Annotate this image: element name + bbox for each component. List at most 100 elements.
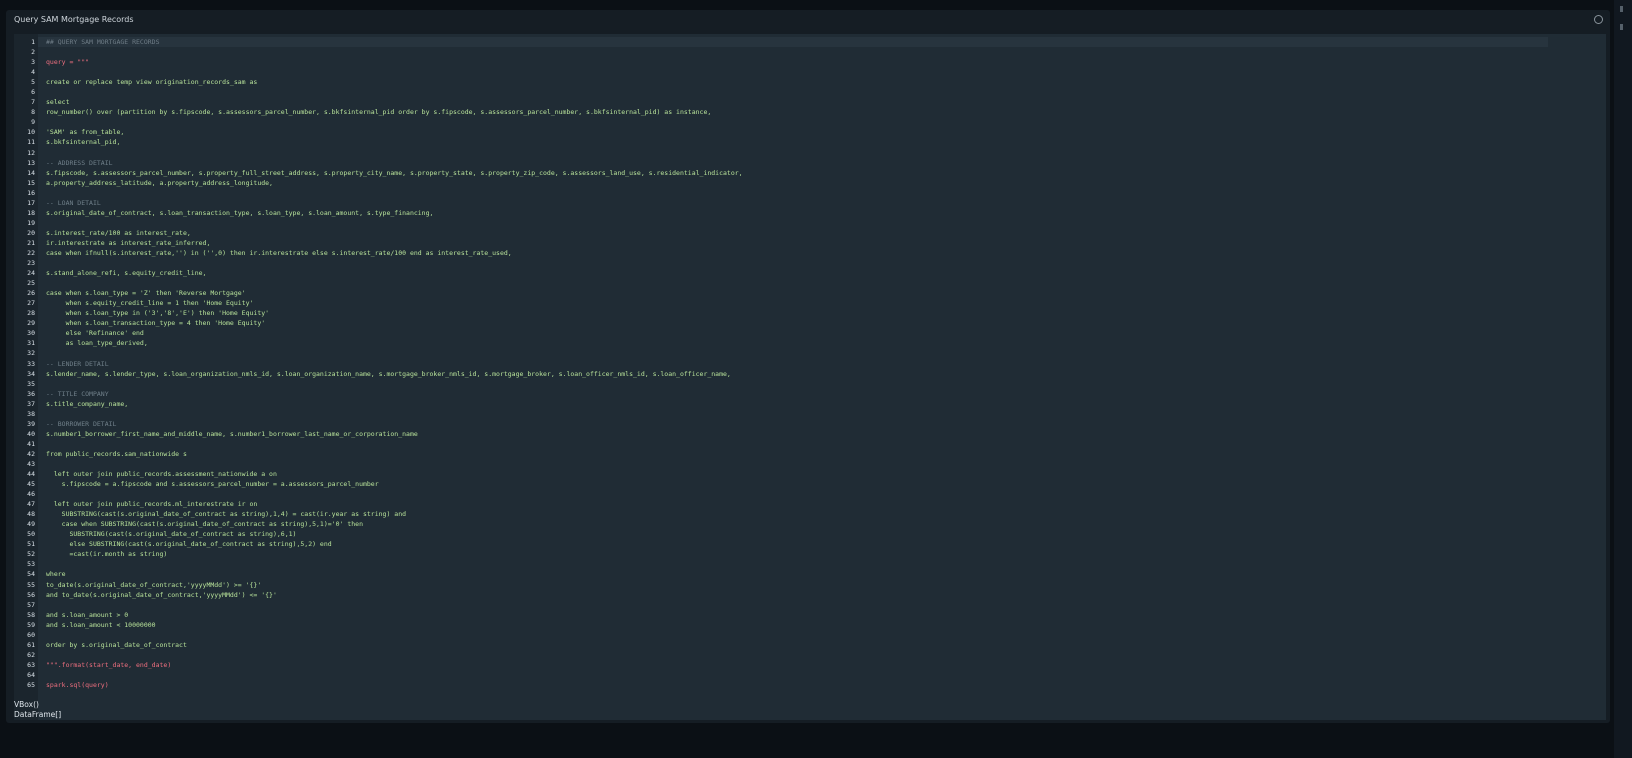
code-line[interactable]: 40 s.number1_borrower_first_name_and_midd…	[14, 429, 1606, 439]
code-line[interactable]: 57	[14, 600, 1606, 610]
line-number: 29	[27, 319, 35, 328]
notebook-cell: Query SAM Mortgage Records 1 ## QUERY SAM…	[6, 10, 1610, 723]
code-line[interactable]: 3 query = """	[14, 57, 1606, 67]
edge-mark	[1620, 6, 1623, 12]
code-line[interactable]: 15 a.property_address_latitude, a.propert…	[14, 178, 1606, 188]
line-number: 8	[31, 108, 35, 117]
code-line[interactable]: 47 left outer join public_records.ml_int…	[14, 499, 1606, 509]
code-text: SUBSTRING(cast(s.original_date_of_contra…	[46, 510, 407, 519]
code-line[interactable]: 4	[14, 67, 1606, 77]
code-line[interactable]: 6	[14, 87, 1606, 97]
code-text: and to_date(s.original_date_of_contract,…	[46, 590, 277, 599]
code-line[interactable]: 16	[14, 188, 1606, 198]
code-line[interactable]: 22 case when ifnull(s.interest_rate,'') i…	[14, 248, 1606, 258]
code-line[interactable]: 26 case when s.loan_type = 'Z' then 'Reve…	[14, 288, 1606, 298]
code-text: when s.equity_credit_line = 1 then 'Home…	[46, 299, 254, 308]
code-line[interactable]: 35	[14, 379, 1606, 389]
code-line[interactable]: 11 s.bkfsinternal_pid,	[14, 137, 1606, 147]
code-line[interactable]: 38	[14, 409, 1606, 419]
code-line[interactable]: 12	[14, 148, 1606, 158]
code-line[interactable]: 19	[14, 218, 1606, 228]
cell-output: VBox() DataFrame[]	[14, 700, 61, 720]
code-line[interactable]: 21 ir.interestrate as interest_rate_infer…	[14, 238, 1606, 248]
code-line[interactable]: 36 -- TITLE COMPANY	[14, 389, 1606, 399]
line-number: 61	[27, 640, 35, 649]
code-line[interactable]: 10 'SAM' as from_table,	[14, 127, 1606, 137]
code-line[interactable]: 24 s.stand_alone_refi, s.equity_credit_li…	[14, 268, 1606, 278]
line-number: 36	[27, 389, 35, 398]
code-line[interactable]: 62	[14, 650, 1606, 660]
code-line[interactable]: 7 select	[14, 97, 1606, 107]
code-line[interactable]: 28 when s.loan_type in ('3','8','E') the…	[14, 308, 1606, 318]
code-line[interactable]: 33 -- LENDER DETAIL	[14, 359, 1606, 369]
line-number: 20	[27, 228, 35, 237]
code-line[interactable]: 44 left outer join public_records.assess…	[14, 469, 1606, 479]
line-number: 22	[27, 248, 35, 257]
code-line[interactable]: 48 SUBSTRING(cast(s.original_date_of_con…	[14, 509, 1606, 519]
code-line[interactable]: 34 s.lender_name, s.lender_type, s.loan_o…	[14, 369, 1606, 379]
code-text: when s.loan_type in ('3','8','E') then '…	[46, 309, 270, 318]
code-line[interactable]: 5 create or replace temp view origination…	[14, 77, 1606, 87]
code-text: s.fipscode, s.assessors_parcel_number, s…	[46, 168, 743, 177]
code-line[interactable]: 18 s.original_date_of_contract, s.loan_tr…	[14, 208, 1606, 218]
code-line[interactable]: 46	[14, 489, 1606, 499]
code-line[interactable]: 51 else SUBSTRING(cast(s.original_date_o…	[14, 539, 1606, 549]
code-line[interactable]: 59 and s.loan_amount < 10000000	[14, 620, 1606, 630]
code-line[interactable]: 45 s.fipscode = a.fipscode and s.assesso…	[14, 479, 1606, 489]
line-number: 43	[27, 459, 35, 468]
code-line[interactable]: 9	[14, 117, 1606, 127]
code-line[interactable]: 14 s.fipscode, s.assessors_parcel_number,…	[14, 168, 1606, 178]
code-text: s.stand_alone_refi, s.equity_credit_line…	[46, 269, 207, 278]
code-line[interactable]: 30 else 'Refinance' end	[14, 328, 1606, 338]
code-text: -- TITLE COMPANY	[46, 389, 109, 398]
code-line[interactable]: 52 =cast(ir.month as string)	[14, 549, 1606, 559]
code-text: s.fipscode = a.fipscode and s.assessors_…	[46, 480, 379, 489]
code-line[interactable]: 64	[14, 670, 1606, 680]
code-line[interactable]: 23	[14, 258, 1606, 268]
code-text: and s.loan_amount > 0	[46, 610, 129, 619]
code-line[interactable]: 60	[14, 630, 1606, 640]
line-number: 35	[27, 379, 35, 388]
line-number: 54	[27, 570, 35, 579]
code-editor[interactable]: 1 ## QUERY SAM MORTGAGE RECORDS 2 3 query = …	[14, 34, 1606, 720]
cell-status-icon[interactable]	[1594, 15, 1603, 24]
code-line[interactable]: 20 s.interest_rate/100 as interest_rate,	[14, 228, 1606, 238]
line-number: 25	[27, 279, 35, 288]
code-line[interactable]: 31 as loan_type_derived,	[14, 338, 1606, 348]
code-line[interactable]: 17 -- LOAN DETAIL	[14, 198, 1606, 208]
code-line[interactable]: 27 when s.equity_credit_line = 1 then 'H…	[14, 298, 1606, 308]
code-line[interactable]: 8 row_number() over (partition by s.fipsc…	[14, 107, 1606, 117]
code-lines: 1 ## QUERY SAM MORTGAGE RECORDS 2 3 query = …	[14, 37, 1606, 690]
code-line[interactable]: 29 when s.loan_transaction_type = 4 then…	[14, 318, 1606, 328]
code-line[interactable]: 43	[14, 459, 1606, 469]
line-number: 38	[27, 409, 35, 418]
code-text: row_number() over (partition by s.fipsco…	[46, 108, 712, 117]
code-line[interactable]: 25	[14, 278, 1606, 288]
code-line[interactable]: 39 -- BORROWER DETAIL	[14, 419, 1606, 429]
code-line[interactable]: 65 spark.sql(query)	[14, 680, 1606, 690]
line-number: 37	[27, 399, 35, 408]
line-number: 42	[27, 449, 35, 458]
code-line[interactable]: 1 ## QUERY SAM MORTGAGE RECORDS	[14, 37, 1606, 47]
code-line[interactable]: 41	[14, 439, 1606, 449]
code-line[interactable]: 50 SUBSTRING(cast(s.original_date_of_con…	[14, 529, 1606, 539]
code-line[interactable]: 63 """.format(start_date, end_date)	[14, 660, 1606, 670]
code-line[interactable]: 53	[14, 559, 1606, 569]
line-number: 44	[27, 470, 35, 479]
code-line[interactable]: 61 order by s.original_date_of_contract	[14, 640, 1606, 650]
code-line[interactable]: 32	[14, 348, 1606, 358]
code-line[interactable]: 49 case when SUBSTRING(cast(s.original_d…	[14, 519, 1606, 529]
code-text: -- ADDRESS DETAIL	[46, 158, 113, 167]
code-line[interactable]: 58 and s.loan_amount > 0	[14, 610, 1606, 620]
code-line[interactable]: 13 -- ADDRESS DETAIL	[14, 158, 1606, 168]
code-text: s.bkfsinternal_pid,	[46, 138, 121, 147]
code-line[interactable]: 54 where	[14, 569, 1606, 579]
code-line[interactable]: 2	[14, 47, 1606, 57]
code-line[interactable]: 37 s.title_company_name,	[14, 399, 1606, 409]
code-line[interactable]: 56 and to_date(s.original_date_of_contrac…	[14, 590, 1606, 600]
code-text: and s.loan_amount < 10000000	[46, 620, 156, 629]
cell-title: Query SAM Mortgage Records	[14, 15, 134, 24]
line-number: 5	[31, 78, 35, 87]
code-line[interactable]: 55 to_date(s.original_date_of_contract,'y…	[14, 580, 1606, 590]
code-line[interactable]: 42 from public_records.sam_nationwide s	[14, 449, 1606, 459]
